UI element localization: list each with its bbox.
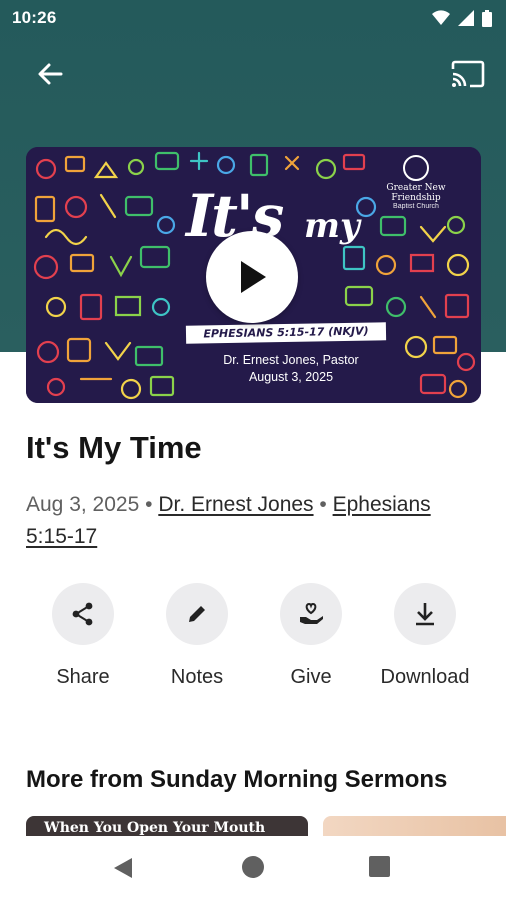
status-time: 10:26 [12, 8, 57, 27]
artwork-date-line: August 3, 2025 [248, 370, 334, 384]
artwork-pastor-line: Dr. Ernest Jones, Pastor [223, 353, 359, 367]
sermon-thumbnail[interactable]: When You Open Your Mouth [26, 816, 308, 836]
give-circle[interactable] [280, 583, 342, 645]
share-icon [72, 602, 93, 626]
heart-hand-icon [300, 602, 323, 624]
speaker-link[interactable]: Dr. Ernest Jones [158, 493, 313, 516]
sermon-artwork[interactable]: Greater New Friendship Baptist Church It… [26, 147, 481, 403]
play-icon [241, 261, 266, 293]
back-button[interactable] [30, 56, 70, 92]
app-bar [0, 52, 506, 96]
sermon-title: It's My Time [26, 430, 202, 465]
sermon-date: Aug 3, 2025 [26, 493, 140, 516]
nav-back-icon[interactable] [112, 856, 134, 880]
more-section-title: More from Sunday Morning Sermons [26, 766, 448, 793]
download-circle[interactable] [394, 583, 456, 645]
share-label: Share [56, 666, 110, 688]
cast-button[interactable] [448, 56, 488, 92]
artwork-title-my: my [304, 206, 360, 246]
sermon-meta: Aug 3, 2025 • Dr. Ernest Jones • Ephesia… [26, 489, 482, 553]
church-logo: Greater New Friendship Baptist Church [361, 155, 471, 211]
meta-separator: • [319, 493, 327, 516]
wifi-icon [432, 10, 450, 25]
status-icons [432, 9, 492, 27]
cast-icon [451, 60, 485, 88]
sermon-thumbnail[interactable] [323, 816, 506, 836]
church-emblem [403, 155, 429, 181]
artwork-pastor: Dr. Ernest Jones, Pastor August 3, 2025 [176, 352, 406, 386]
download-button[interactable]: Download [368, 583, 482, 689]
notes-circle[interactable] [166, 583, 228, 645]
download-icon [416, 603, 434, 626]
share-circle[interactable] [52, 583, 114, 645]
download-label: Download [380, 666, 470, 688]
system-nav-bar [0, 836, 506, 900]
artwork-scripture: EPHESIANS 5:15-17 (NKJV) [185, 322, 387, 344]
notes-button[interactable]: Notes [140, 583, 254, 689]
battery-icon [482, 9, 492, 27]
action-row: Share Notes Give Download [26, 583, 482, 693]
church-name: Greater New Friendship [386, 183, 446, 203]
thumbnail-text: When You Open Your Mouth [44, 820, 266, 836]
give-label: Give [290, 666, 332, 688]
nav-home-icon[interactable] [242, 856, 264, 878]
nav-recents-icon[interactable] [369, 856, 390, 877]
signal-icon [458, 10, 474, 26]
status-bar: 10:26 [0, 0, 506, 36]
notes-label: Notes [170, 666, 224, 688]
meta-separator: • [145, 493, 153, 516]
play-button[interactable] [206, 231, 298, 323]
share-button[interactable]: Share [26, 583, 140, 689]
pencil-icon [189, 606, 205, 622]
arrow-back-icon [38, 63, 63, 85]
give-button[interactable]: Give [254, 583, 368, 689]
church-subtitle: Baptist Church [393, 203, 439, 210]
